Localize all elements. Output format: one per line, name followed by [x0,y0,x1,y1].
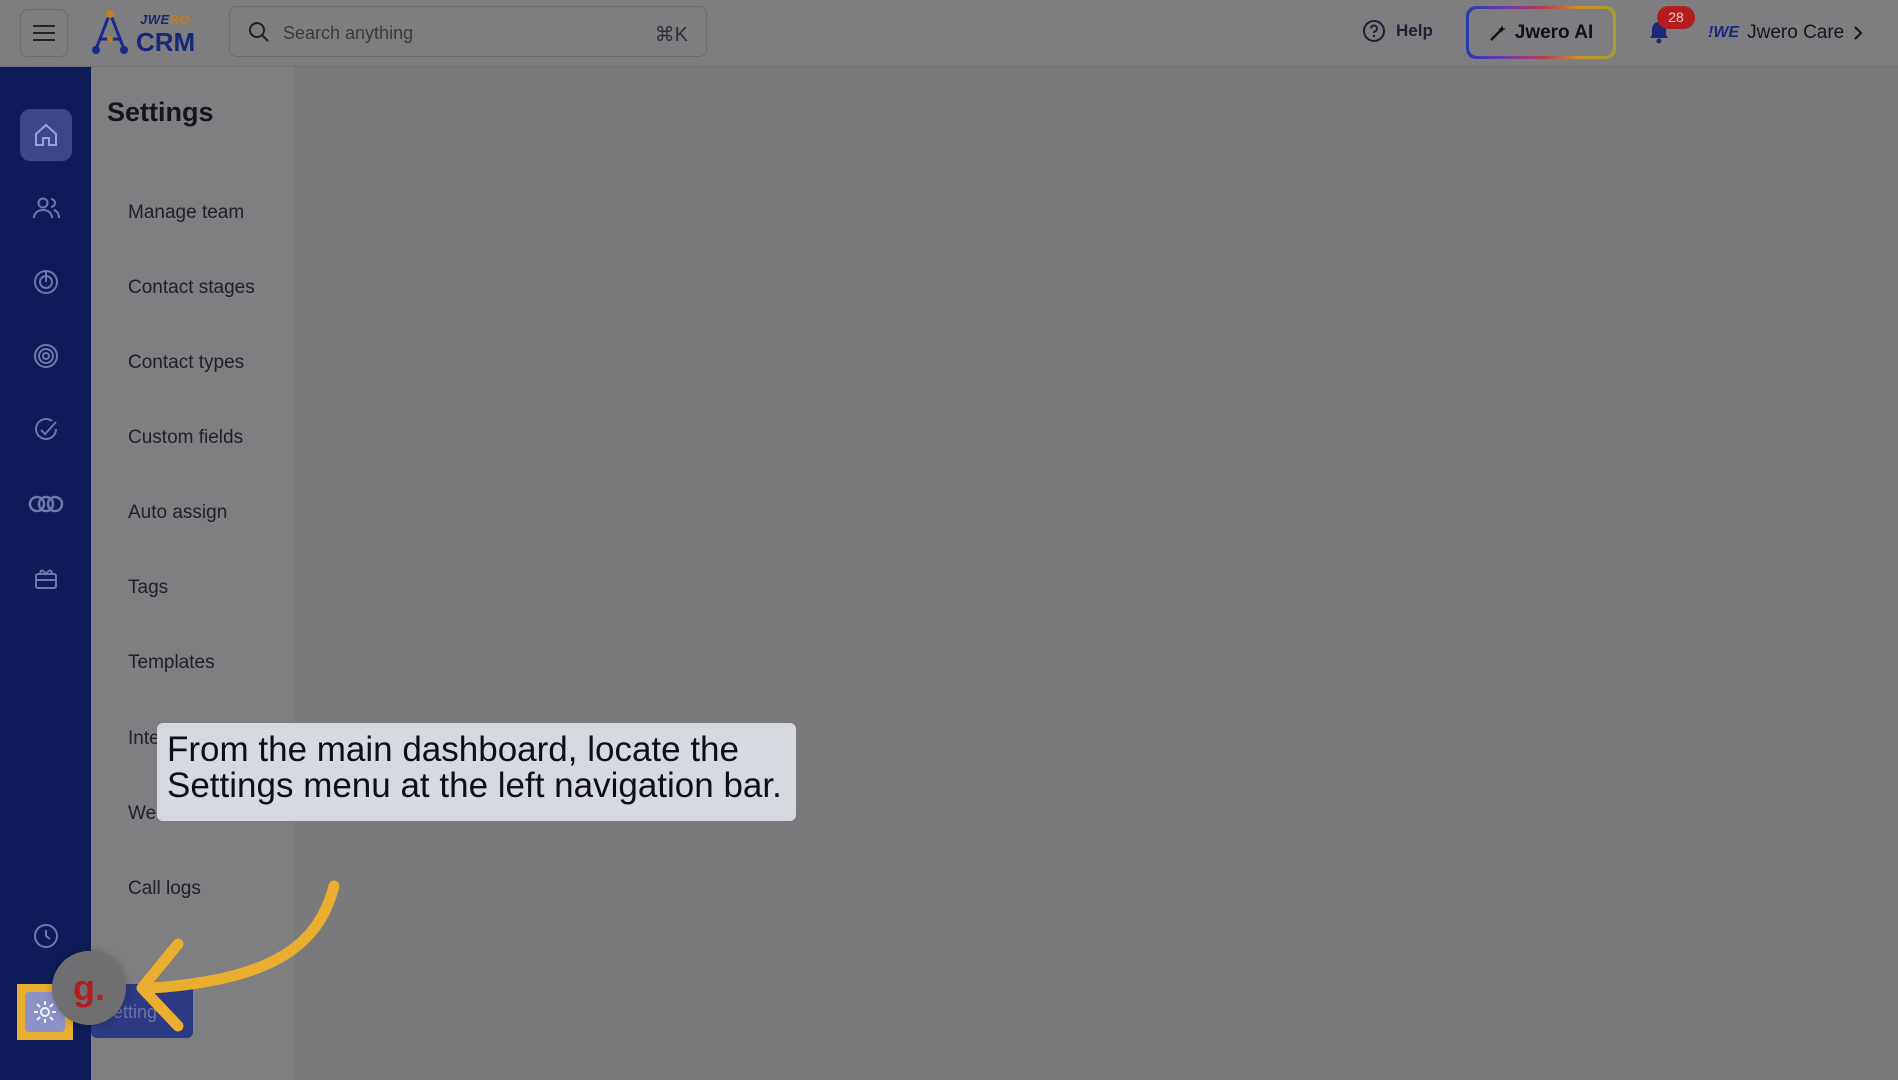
menu-icon [33,25,55,41]
menu-item-custom-fields[interactable]: Custom fields [128,427,243,449]
menu-item-web[interactable]: We [128,803,156,825]
contacts-icon [33,197,60,219]
brand-top-text: JWERO [140,12,191,27]
jwero-care-button[interactable]: !WE Jwero Care [1704,12,1879,54]
help-icon [1363,20,1385,42]
app-logo[interactable]: JWERO CRM [90,9,200,59]
nav-home[interactable] [20,109,72,161]
settings-icon [34,1001,56,1023]
leads-icon [34,270,58,294]
menu-item-manage-team[interactable]: Manage team [128,202,244,224]
menu-item-integrations[interactable]: Inte [128,728,160,750]
nav-contacts[interactable] [20,182,72,234]
help-label: Help [1396,21,1433,40]
nav-offers[interactable] [20,552,72,604]
search-icon [249,22,269,42]
magic-wand-icon [1489,24,1506,41]
menu-item-templates[interactable]: Templates [128,652,215,674]
nav-history[interactable] [20,910,72,962]
target-icon [34,344,58,368]
settings-title: Settings [107,97,214,127]
notification-badge: 28 [1657,6,1695,29]
history-icon [34,924,58,948]
menu-item-auto-assign[interactable]: Auto assign [128,502,227,524]
nav-goals[interactable] [20,330,72,382]
logo-mark-icon [92,10,128,54]
care-logo: !WE [1708,24,1740,41]
care-label: Jwero Care [1747,22,1845,43]
brand-name: CRM [136,27,196,57]
menu-item-contact-types[interactable]: Contact types [128,352,244,374]
left-navigation [0,67,91,1080]
main-content [294,67,1898,1080]
avatar[interactable]: g. [52,951,126,1025]
gift-icon [35,569,57,589]
tasks-icon [35,418,57,440]
top-bar: JWERO CRM Search anything ⌘K Help Jwero … [0,0,1898,67]
search-placeholder: Search anything [283,23,414,43]
instruction-tooltip: From the main dashboard, locate the Sett… [157,723,796,821]
nav-integrations[interactable] [20,478,72,530]
integrations-icon [28,495,64,513]
search-shortcut: ⌘K [654,24,688,46]
tooltip-line-2: Settings menu at the left navigation bar… [167,766,782,805]
tooltip-line-1: From the main dashboard, locate the [167,730,739,769]
pointer-arrow-icon [136,880,340,1032]
jwero-ai-button[interactable]: Jwero AI [1466,6,1616,59]
hamburger-menu-button[interactable] [20,9,68,57]
search-input[interactable]: Search anything ⌘K [229,6,707,57]
nav-leads[interactable] [20,256,72,308]
ai-label: Jwero AI [1514,21,1594,43]
home-icon [35,123,57,146]
menu-item-contact-stages[interactable]: Contact stages [128,277,255,299]
chevron-right-icon [1854,26,1863,40]
nav-tasks[interactable] [20,404,72,456]
menu-item-tags[interactable]: Tags [128,577,168,599]
help-button[interactable]: Help [1362,19,1433,43]
